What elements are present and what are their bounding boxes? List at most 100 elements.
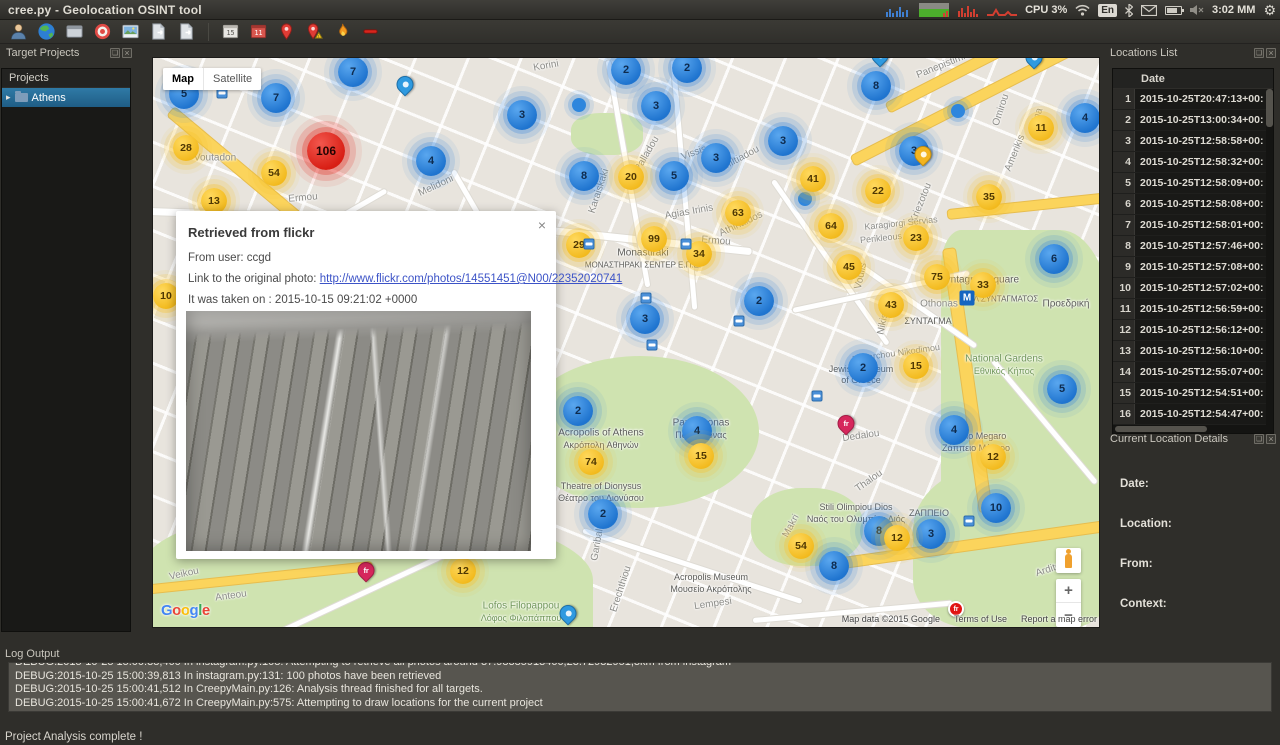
table-row[interactable]: 62015-10-25T12:58:08+00: [1113, 194, 1273, 215]
cluster-marker-red[interactable]: 106 [307, 132, 345, 170]
cluster-marker-blue[interactable]: 10 [981, 493, 1011, 523]
map-pin-warning-icon[interactable]: ! [305, 22, 324, 41]
expand-arrow-icon[interactable]: ▸ [6, 92, 11, 103]
location-date-cell[interactable]: 2015-10-25T12:57:08+00: [1135, 257, 1273, 277]
sidebar-item-athens[interactable]: ▸Athens [2, 88, 130, 107]
cluster-marker-yellow[interactable]: 12 [884, 525, 910, 551]
cluster-marker-blue[interactable]: 8 [819, 551, 849, 581]
cluster-marker-blue[interactable]: 4 [1070, 103, 1100, 133]
cluster-marker-blue[interactable]: 6 [1039, 244, 1069, 274]
cluster-marker-yellow[interactable]: 23 [903, 225, 929, 251]
target-icon[interactable] [93, 22, 112, 41]
clock[interactable]: 3:02 MM [1212, 4, 1255, 16]
table-row[interactable]: 162015-10-25T12:54:47+00: [1113, 404, 1273, 425]
dock-close-button[interactable] [1266, 48, 1276, 58]
cluster-marker-yellow[interactable]: 43 [878, 292, 904, 318]
location-date-cell[interactable]: 2015-10-25T12:57:46+00: [1135, 236, 1273, 256]
transit-station-icon[interactable] [964, 516, 975, 527]
remove-dash-icon[interactable] [361, 22, 380, 41]
table-row[interactable]: 42015-10-25T12:58:32+00: [1113, 152, 1273, 173]
transit-station-icon[interactable] [584, 239, 595, 250]
cluster-marker-blue[interactable]: 3 [630, 304, 660, 334]
calendar-red-icon[interactable]: 11 [249, 22, 268, 41]
cluster-marker-yellow[interactable]: 35 [976, 184, 1002, 210]
horizontal-scrollbar[interactable] [1113, 425, 1273, 433]
table-row[interactable]: 142015-10-25T12:55:07+00: [1113, 362, 1273, 383]
cluster-marker-blue[interactable]: 2 [848, 353, 878, 383]
dock-close-button[interactable] [1266, 434, 1276, 444]
mail-icon[interactable] [1141, 5, 1157, 16]
cluster-marker-blue[interactable]: 7 [261, 83, 291, 113]
battery-icon[interactable] [1165, 6, 1182, 15]
cluster-marker-yellow[interactable]: 63 [725, 200, 751, 226]
cluster-marker-blue[interactable]: 3 [916, 519, 946, 549]
blue-pin-marker[interactable] [393, 72, 417, 96]
location-date-cell[interactable]: 2015-10-25T12:56:59+00: [1135, 299, 1273, 319]
cluster-marker-blue[interactable]: 4 [416, 146, 446, 176]
cluster-marker-yellow[interactable]: 22 [865, 178, 891, 204]
cluster-marker-blue[interactable]: 3 [507, 100, 537, 130]
table-row[interactable]: 92015-10-25T12:57:08+00: [1113, 257, 1273, 278]
cluster-marker-yellow[interactable]: 20 [618, 164, 644, 190]
table-row[interactable]: 102015-10-25T12:57:02+00: [1113, 278, 1273, 299]
location-date-cell[interactable]: 2015-10-25T12:54:47+00: [1135, 404, 1273, 424]
session-gear-icon[interactable]: ⚙ [1263, 3, 1276, 17]
marker-blue-dot[interactable] [798, 192, 812, 206]
blue-pin-marker[interactable] [868, 57, 892, 68]
map-type-map-button[interactable]: Map [163, 68, 204, 90]
location-date-cell[interactable]: 2015-10-25T12:58:09+00: [1135, 173, 1273, 193]
image-icon[interactable] [121, 22, 140, 41]
cluster-marker-blue[interactable]: 7 [338, 57, 368, 87]
cluster-marker-blue[interactable]: 8 [861, 71, 891, 101]
cluster-marker-yellow[interactable]: 15 [688, 443, 714, 469]
cluster-marker-blue[interactable]: 3 [768, 126, 798, 156]
table-row[interactable]: 12015-10-25T20:47:13+00: [1113, 89, 1273, 110]
marker-blue-dot[interactable] [572, 98, 586, 112]
volume-muted-icon[interactable] [1190, 4, 1204, 16]
cluster-marker-yellow[interactable]: 45 [836, 254, 862, 280]
cluster-marker-yellow[interactable]: 12 [450, 558, 476, 584]
keyboard-layout-indicator[interactable]: En [1098, 4, 1117, 17]
wifi-icon[interactable] [1075, 4, 1090, 16]
dock-float-button[interactable] [1254, 48, 1264, 58]
location-date-cell[interactable]: 2015-10-25T12:55:07+00: [1135, 362, 1273, 382]
metro-station-icon[interactable]: M [960, 291, 975, 306]
cluster-marker-yellow[interactable]: 64 [818, 213, 844, 239]
cluster-marker-blue[interactable]: 4 [682, 416, 712, 446]
flickr-photo-link[interactable]: http://www.flickr.com/photos/14551451@N0… [320, 273, 623, 285]
dock-float-button[interactable] [1254, 434, 1264, 444]
date-column-header[interactable]: Date [1113, 69, 1273, 89]
table-row[interactable]: 32015-10-25T12:58:58+00: [1113, 131, 1273, 152]
calendar-icon[interactable]: 15 [221, 22, 240, 41]
location-date-cell[interactable]: 2015-10-25T20:47:13+00: [1135, 89, 1273, 109]
location-date-cell[interactable]: 2015-10-25T12:56:12+00: [1135, 320, 1273, 340]
map-canvas[interactable]: VoutadonErmouMelidoniKaraiskakiAgias Iri… [152, 57, 1100, 628]
export-file-icon[interactable] [149, 22, 168, 41]
flame-icon[interactable] [333, 22, 352, 41]
cluster-marker-yellow[interactable]: 54 [788, 533, 814, 559]
cluster-marker-yellow[interactable]: 74 [578, 449, 604, 475]
marker-blue-dot[interactable] [951, 104, 965, 118]
cluster-marker-yellow[interactable]: 75 [924, 264, 950, 290]
map-pin-icon[interactable] [277, 22, 296, 41]
cluster-marker-blue[interactable]: 5 [659, 161, 689, 191]
table-row[interactable]: 72015-10-25T12:58:01+00: [1113, 215, 1273, 236]
vertical-scrollbar[interactable] [1266, 89, 1273, 427]
location-date-cell[interactable]: 2015-10-25T12:56:10+00: [1135, 341, 1273, 361]
cluster-marker-yellow[interactable]: 41 [800, 166, 826, 192]
locations-table[interactable]: Date 12015-10-25T20:47:13+00:22015-10-25… [1112, 68, 1274, 434]
terms-of-use-link[interactable]: Terms of Use [954, 614, 1007, 624]
dock-float-button[interactable] [110, 48, 120, 58]
cluster-marker-blue[interactable]: 3 [701, 143, 731, 173]
popup-close-icon[interactable]: × [538, 217, 546, 233]
cluster-marker-blue[interactable]: 2 [672, 57, 702, 83]
cluster-marker-yellow[interactable]: 99 [641, 226, 667, 252]
cluster-marker-yellow[interactable]: 12 [980, 444, 1006, 470]
cluster-marker-yellow[interactable]: 28 [173, 135, 199, 161]
table-row[interactable]: 82015-10-25T12:57:46+00: [1113, 236, 1273, 257]
bluetooth-icon[interactable] [1125, 4, 1133, 17]
person-icon[interactable] [9, 22, 28, 41]
cluster-marker-blue[interactable]: 2 [563, 396, 593, 426]
cluster-marker-yellow[interactable]: 11 [1028, 115, 1054, 141]
pegman-streetview-button[interactable] [1056, 548, 1081, 573]
